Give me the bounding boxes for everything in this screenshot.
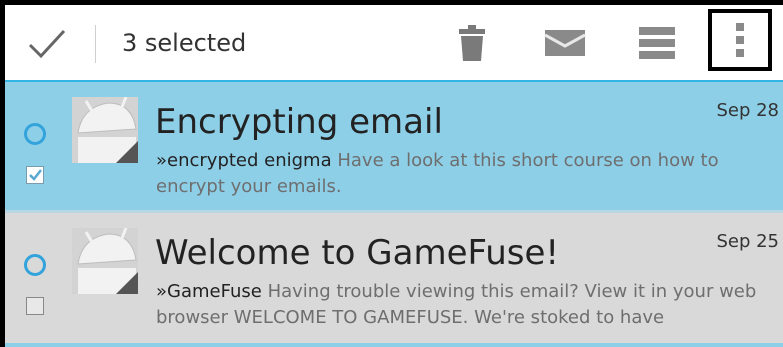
action-bar-divider <box>95 25 96 63</box>
conversation-checkbox[interactable] <box>26 297 44 315</box>
mark-read-icon <box>544 29 586 56</box>
conversation-item[interactable]: Encrypting email Sep 28 »encrypted enigm… <box>5 82 783 210</box>
check-icon <box>28 29 66 59</box>
android-robot-icon <box>72 228 138 294</box>
conversation-date: Sep 25 <box>716 231 779 252</box>
android-robot-icon <box>72 97 138 163</box>
contextual-action-bar: 3 selected <box>5 5 783 80</box>
conversation-sender: »encrypted enigma <box>156 150 332 171</box>
conversation-snippet: »encrypted enigma Have a look at this sh… <box>156 148 783 200</box>
conversation-snippet: »GameFuse Having trouble viewing this em… <box>156 279 783 331</box>
contact-avatar[interactable] <box>72 228 138 294</box>
conversation-date: Sep 28 <box>716 100 779 121</box>
conversation-subject: Encrypting email <box>155 102 443 142</box>
unread-indicator-icon <box>24 254 46 276</box>
labels-button[interactable] <box>622 5 692 80</box>
delete-button[interactable] <box>437 5 507 80</box>
done-button[interactable] <box>5 5 93 80</box>
conversation-checkbox[interactable] <box>26 166 44 184</box>
checkmark-icon <box>29 169 42 181</box>
conversation-item[interactable]: Welcome to GameFuse! Sep 25 »GameFuse Ha… <box>5 213 783 343</box>
mark-read-button[interactable] <box>530 5 600 80</box>
selected-count: 3 selected <box>122 29 247 57</box>
overflow-menu-button[interactable] <box>708 9 772 71</box>
unread-indicator-icon <box>24 123 46 145</box>
next-row-edge <box>5 343 783 347</box>
screen: 3 selected Encrypting email Sep 28 »encr… <box>5 5 783 347</box>
overflow-menu-icon <box>736 23 744 57</box>
trash-icon <box>459 24 485 61</box>
conversation-subject: Welcome to GameFuse! <box>155 233 559 273</box>
conversation-list: Encrypting email Sep 28 »encrypted enigm… <box>5 82 783 343</box>
conversation-sender: »GameFuse <box>156 281 262 302</box>
label-icon <box>639 26 675 59</box>
contact-avatar[interactable] <box>72 97 138 163</box>
